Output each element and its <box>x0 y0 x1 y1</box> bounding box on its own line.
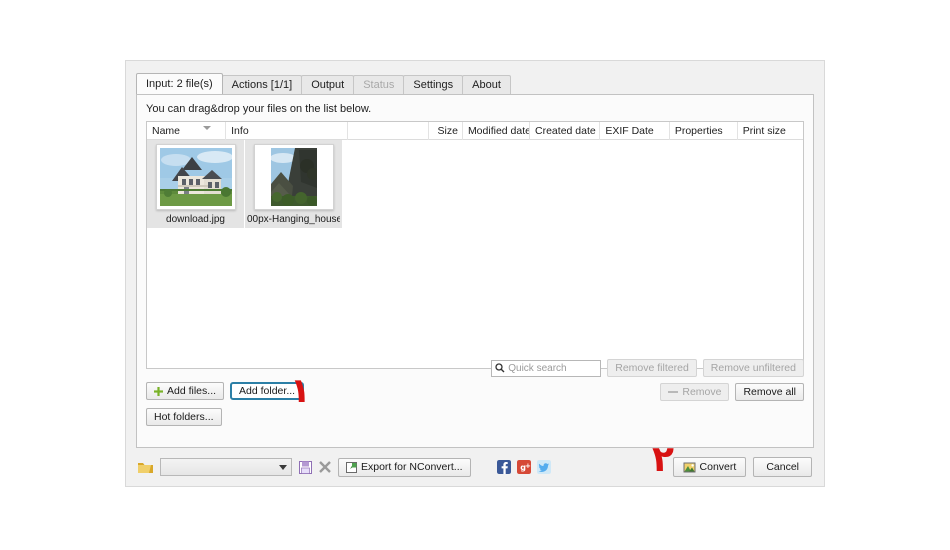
tab-actions[interactable]: Actions [1/1] <box>221 75 303 94</box>
column-header-created-date[interactable]: Created date <box>530 121 601 140</box>
screen: Input: 2 file(s) Actions [1/1] Output St… <box>0 0 950 550</box>
googleplus-icon[interactable]: g + <box>516 460 531 474</box>
convert-button[interactable]: Convert <box>672 457 747 477</box>
tab-about-label: About <box>472 79 501 91</box>
tab-strip: Input: 2 file(s) Actions [1/1] Output St… <box>136 72 824 94</box>
svg-text:+: + <box>525 462 531 470</box>
file-list-header: Name Info Size Modified date Created dat… <box>147 121 803 140</box>
add-folder-label: Add folder... <box>239 385 296 397</box>
tab-actions-label: Actions [1/1] <box>231 79 293 91</box>
remove-filtered-button: Remove filtered <box>607 359 697 377</box>
sort-caret-icon <box>203 125 212 130</box>
floppy-save-icon[interactable] <box>299 460 312 474</box>
remove-unfiltered-button: Remove unfiltered <box>702 359 804 377</box>
column-header-blank[interactable] <box>348 121 430 140</box>
tab-about[interactable]: About <box>462 75 511 94</box>
xnconvert-dialog: Input: 2 file(s) Actions [1/1] Output St… <box>125 60 825 487</box>
hot-folders-button[interactable]: Hot folders... <box>146 408 222 426</box>
preset-combo[interactable] <box>160 458 292 476</box>
column-header-size[interactable]: Size <box>429 121 463 140</box>
column-header-properties[interactable]: Properties <box>670 121 738 140</box>
column-header-print-size-label: Print size <box>742 124 786 137</box>
cliff-photo-icon <box>270 148 317 206</box>
file-list[interactable]: Name Info Size Modified date Created dat… <box>146 121 804 369</box>
tab-input-label: Input: 2 file(s) <box>146 78 213 90</box>
input-tab-panel: You can drag&drop your files on the list… <box>136 94 814 448</box>
search-placeholder: Quick search <box>508 362 567 374</box>
column-header-name-label: Name <box>152 124 181 137</box>
facebook-icon[interactable] <box>496 460 511 474</box>
remove-buttons-row: Remove Remove all <box>660 383 804 401</box>
dragdrop-hint: You can drag&drop your files on the list… <box>146 103 372 115</box>
list-item[interactable]: 00px-Hanging_house.. <box>245 140 343 228</box>
export-nconvert-label: Export for NConvert... <box>361 461 463 473</box>
list-item-name: download.jpg <box>166 214 225 225</box>
remove-all-button[interactable]: Remove all <box>735 383 804 401</box>
tab-status: Status <box>353 75 405 94</box>
hot-folders-label: Hot folders... <box>154 411 214 423</box>
column-header-info[interactable]: Info <box>226 121 348 140</box>
export-icon <box>346 461 357 473</box>
tab-output[interactable]: Output <box>301 75 355 94</box>
column-header-modified-date-label: Modified date <box>467 124 531 137</box>
column-header-exif-date[interactable]: EXIF Date <box>600 121 670 140</box>
list-item-name: 00px-Hanging_house.. <box>247 214 340 225</box>
search-input[interactable]: Quick search <box>491 359 602 377</box>
convert-label: Convert <box>699 461 737 473</box>
annotation-marker-1: ١ <box>290 371 311 411</box>
add-files-label: Add files... <box>167 385 217 397</box>
hot-folders-row: Hot folders... <box>146 407 222 426</box>
tab-settings[interactable]: Settings <box>403 75 464 94</box>
add-buttons-row: Add files... Add folder... <box>146 382 305 400</box>
chevron-down-icon <box>279 464 287 470</box>
column-header-modified-date[interactable]: Modified date <box>463 121 531 140</box>
twitter-icon[interactable] <box>536 460 551 474</box>
thumbnail-grid: download.jpg 00px-Hanging_house.. <box>147 140 803 228</box>
column-header-size-label: Size <box>437 124 458 137</box>
column-header-created-date-label: Created date <box>535 124 596 137</box>
column-header-name[interactable]: Name <box>147 121 227 140</box>
annotation-marker-2: ٢ <box>652 439 674 480</box>
column-header-properties-label: Properties <box>674 124 723 137</box>
cancel-button[interactable]: Cancel <box>753 457 812 477</box>
tab-status-label: Status <box>363 79 395 91</box>
column-header-exif-date-label: EXIF Date <box>605 124 654 137</box>
remove-label: Remove <box>682 386 722 398</box>
remove-all-label: Remove all <box>743 386 796 398</box>
thumbnail-frame <box>253 144 334 210</box>
export-nconvert-button[interactable]: Export for NConvert... <box>338 457 471 477</box>
column-header-info-label: Info <box>231 124 249 137</box>
convert-icon <box>683 462 696 472</box>
column-header-print-size[interactable]: Print size <box>738 122 803 140</box>
social-icons: g + <box>496 460 551 474</box>
thumbnail-frame <box>155 144 236 210</box>
tab-output-label: Output <box>311 79 345 91</box>
tab-input[interactable]: Input: 2 file(s) <box>136 73 223 94</box>
house-photo-icon <box>159 148 232 206</box>
remove-filtered-label: Remove filtered <box>615 362 689 374</box>
cancel-label: Cancel <box>766 461 799 473</box>
minus-icon <box>668 391 679 393</box>
tab-settings-label: Settings <box>413 79 454 91</box>
plus-icon <box>154 386 163 396</box>
file-list-body[interactable]: download.jpg 00px-Hanging_house.. <box>147 140 803 368</box>
open-folder-icon[interactable] <box>138 461 153 474</box>
search-icon <box>495 363 505 373</box>
add-files-button[interactable]: Add files... <box>146 382 225 400</box>
dialog-bottom-bar: Export for NConvert... g + Convert Cance… <box>126 448 824 486</box>
search-filter-row: Quick search Remove filtered Remove unfi… <box>146 359 804 377</box>
list-item[interactable]: download.jpg <box>147 140 245 228</box>
remove-button: Remove <box>660 383 730 401</box>
delete-preset-icon[interactable] <box>319 461 331 473</box>
remove-unfiltered-label: Remove unfiltered <box>710 362 796 374</box>
